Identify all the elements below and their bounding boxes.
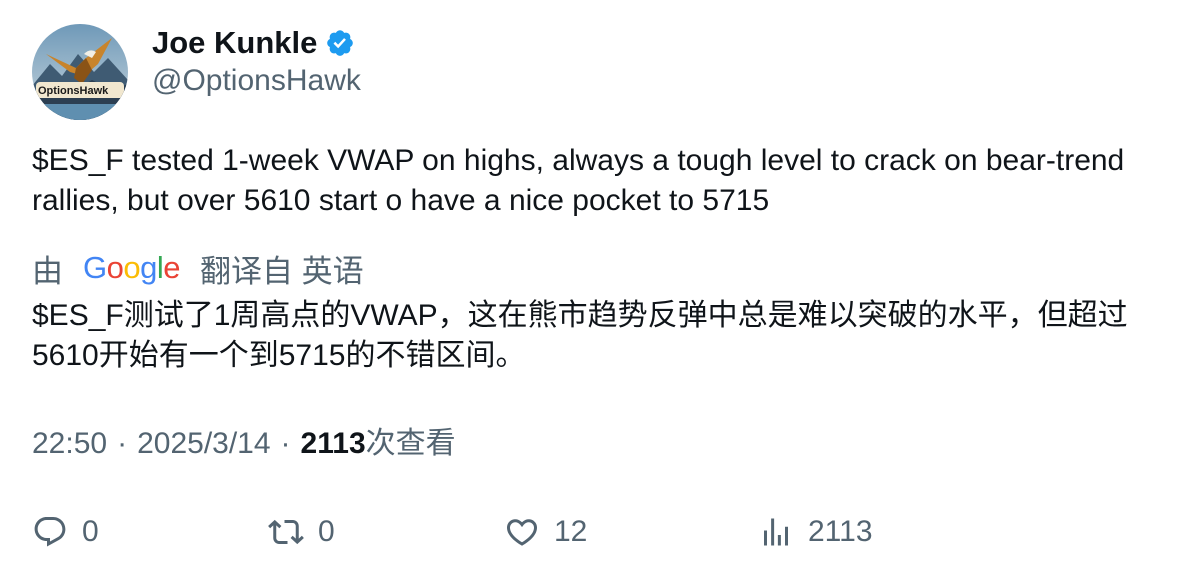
- google-logo[interactable]: Google: [83, 250, 181, 286]
- tweet-text: $ES_F tested 1-week VWAP on highs, alway…: [32, 144, 1125, 217]
- tweet-time[interactable]: 22:50: [32, 424, 107, 464]
- meta-separator: ·: [280, 427, 291, 460]
- hawk-logo-icon: OptionsHawk: [32, 24, 128, 120]
- verified-badge-icon: [327, 30, 354, 56]
- reply-icon: [34, 517, 66, 547]
- like-button[interactable]: 12: [504, 508, 587, 556]
- like-count: 12: [554, 515, 588, 548]
- avatar[interactable]: OptionsHawk: [32, 24, 128, 120]
- retweet-button[interactable]: 0: [268, 508, 335, 556]
- retweet-icon: [268, 519, 304, 545]
- translation-suffix: 翻译自 英语: [200, 253, 364, 289]
- tweet-date[interactable]: 2025/3/14: [137, 424, 270, 464]
- views-button[interactable]: 2113: [758, 508, 873, 556]
- retweet-count: 0: [318, 515, 335, 548]
- author-name-row: Joe Kunkle: [152, 24, 355, 62]
- translation-attribution: 由 Google 翻译自 英语: [32, 246, 364, 290]
- views-action-count: 2113: [808, 515, 873, 548]
- reply-count: 0: [82, 515, 99, 548]
- views-count: 2113: [300, 427, 366, 460]
- reply-button[interactable]: 0: [32, 508, 99, 556]
- translation-prefix: 由: [32, 253, 63, 289]
- avatar-logo-text: OptionsHawk: [38, 85, 109, 97]
- action-bar: 0 0 12 2113: [32, 508, 1162, 556]
- heart-icon: [506, 519, 538, 546]
- tweet-card: OptionsHawk Joe Kunkle @OptionsHawk $ES_…: [0, 0, 1196, 578]
- author-display-name[interactable]: Joe Kunkle: [152, 24, 317, 62]
- author-handle[interactable]: @OptionsHawk: [152, 63, 361, 99]
- tweet-meta: 22:50 · 2025/3/14 · 2113 次查看: [32, 424, 456, 464]
- views-label: 次查看: [365, 427, 456, 460]
- analytics-bar-icon: [764, 518, 788, 546]
- translated-tweet-text: $ES_F测试了1周高点的VWAP，这在熊市趋势反弹中总是难以突破的水平，但超过…: [32, 299, 1128, 372]
- meta-separator: ·: [117, 427, 128, 460]
